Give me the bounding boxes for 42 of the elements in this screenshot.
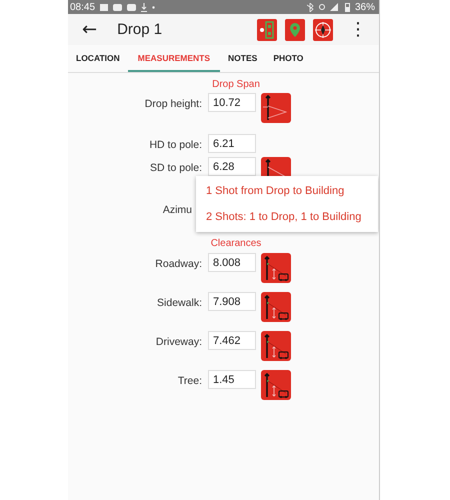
location-pin-icon[interactable] xyxy=(285,18,305,40)
drop-height-tool-icon[interactable] xyxy=(261,93,291,123)
field-label: Tree: xyxy=(176,374,202,387)
bluetooth-icon xyxy=(306,2,314,12)
input-field[interactable]: 6.28 xyxy=(208,157,256,176)
back-button[interactable]: ← xyxy=(78,19,102,40)
menu-item[interactable]: 1 Shot from Drop to Building xyxy=(196,178,378,204)
clearance-tool-icon[interactable] xyxy=(261,331,291,361)
clearance-tool-icon[interactable] xyxy=(261,292,291,322)
tab[interactable]: MEASUREMENTS xyxy=(128,45,220,72)
field-label: Roadway: xyxy=(154,257,202,270)
signal-icon xyxy=(330,3,340,11)
battery-icon xyxy=(344,2,350,12)
tab[interactable]: NOTES xyxy=(220,45,266,72)
field-label: Driveway: xyxy=(154,335,202,348)
menu-item[interactable]: 2 Shots: 1 to Drop, 1 to Building xyxy=(196,204,378,230)
section-heading: Clearances xyxy=(210,238,262,249)
input-field[interactable]: 1.45 xyxy=(208,370,256,389)
tab[interactable]: LOCATION xyxy=(68,45,128,72)
status-time: 08:45 xyxy=(70,2,96,12)
input-field[interactable]: 8.008 xyxy=(208,253,256,272)
screen-title: Drop 1 xyxy=(117,21,164,38)
dot-icon xyxy=(152,6,156,8)
overflow-menu-button[interactable]: ⋮ xyxy=(345,19,371,40)
field-label: HD to pole: xyxy=(148,138,202,151)
field-label: Drop height: xyxy=(144,97,202,110)
input-field[interactable]: 10.72 xyxy=(208,93,256,112)
input-field[interactable]: 6.21 xyxy=(208,134,256,153)
clearance-tool-icon[interactable] xyxy=(261,253,291,283)
section-heading: Drop Span xyxy=(211,79,261,90)
input-field[interactable]: 7.908 xyxy=(208,292,256,311)
battery-icon[interactable] xyxy=(257,18,277,40)
input-field[interactable]: 7.462 xyxy=(208,331,256,350)
download-icon xyxy=(141,2,148,12)
image-icon xyxy=(100,4,108,10)
field-label: Sidewalk: xyxy=(156,296,202,309)
field-label: SD to pole: xyxy=(149,161,202,174)
field-label: Azimu xyxy=(162,203,193,216)
battery-percent: 36% xyxy=(354,2,375,12)
compass-icon[interactable] xyxy=(313,18,333,40)
tab[interactable]: PHOTO xyxy=(265,45,312,72)
clearance-tool-icon[interactable] xyxy=(261,370,291,400)
